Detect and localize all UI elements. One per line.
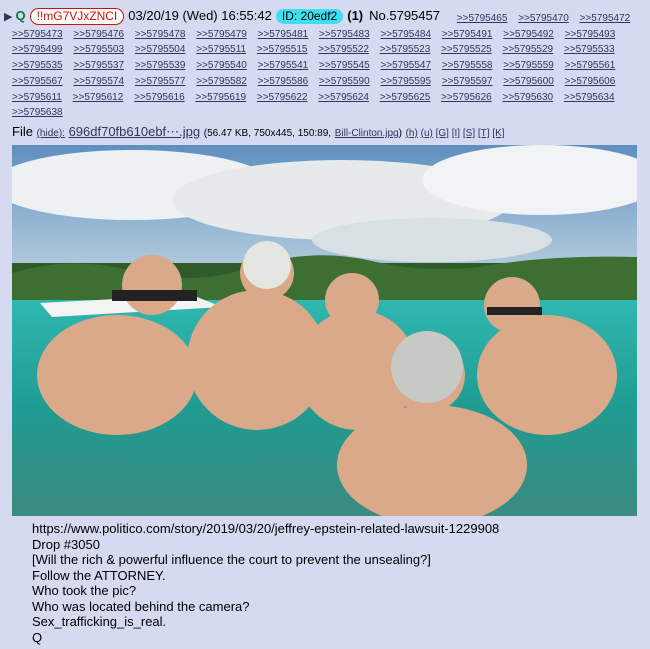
body-line: Drop #3050 (32, 536, 100, 552)
backlink[interactable]: >>5795515 (257, 44, 308, 55)
post-body: https://www.politico.com/story/2019/03/2… (32, 521, 499, 645)
file-name-link[interactable]: 696df70fb610ebf⋯.jpg (69, 124, 201, 139)
file-link-u[interactable]: (u) (421, 128, 433, 139)
backlink[interactable]: >>5795465 (457, 13, 508, 24)
backlink[interactable]: >>5795577 (135, 76, 186, 87)
backlink[interactable]: >>5795481 (258, 29, 309, 40)
backlink[interactable]: >>5795597 (442, 76, 493, 87)
file-info: File (hide): 696df70fb610ebf⋯.jpg (56.47… (12, 124, 505, 140)
backlink[interactable]: >>5795624 (318, 92, 369, 103)
file-link-i[interactable]: [I] (452, 128, 460, 139)
post: ▶ Q !!mG7VJxZNCI 03/20/19 (Wed) 16:55:42 ID:… (0, 0, 650, 649)
file-meta-close: ) (398, 128, 402, 139)
white-hair (243, 241, 291, 289)
body-line: Follow the ATTORNEY. (32, 567, 166, 583)
post-image[interactable] (12, 145, 637, 516)
backlink[interactable]: >>5795503 (73, 44, 124, 55)
backlink[interactable]: >>5795511 (196, 44, 246, 55)
file-link-k[interactable]: [K] (492, 128, 504, 139)
backlink[interactable]: >>5795634 (564, 92, 615, 103)
backlink[interactable]: >>5795616 (134, 92, 185, 103)
file-link-g[interactable]: [G] (436, 128, 449, 139)
backlink[interactable]: >>5795537 (73, 60, 124, 71)
backlink[interactable]: >>5795638 (12, 107, 63, 118)
backlink[interactable]: >>5795622 (257, 92, 308, 103)
body-line: [Will the rich & powerful influence the … (32, 552, 431, 567)
original-filename-link[interactable]: Bill-Clinton.jpg (335, 128, 399, 139)
backlink[interactable]: >>5795586 (258, 76, 309, 87)
backlink[interactable]: >>5795479 (196, 29, 247, 40)
body-line: https://www.politico.com/story/2019/03/2… (32, 521, 500, 536)
backlink[interactable]: >>5795541 (258, 60, 309, 71)
sunglasses (487, 307, 542, 315)
backlink[interactable]: >>5795470 (518, 13, 569, 24)
body-line: Q (32, 629, 43, 645)
backlink[interactable]: >>5795625 (380, 92, 431, 103)
backlink[interactable]: >>5795574 (73, 76, 124, 87)
file-label: File (12, 124, 33, 139)
backlink[interactable]: >>5795492 (503, 29, 554, 40)
backlink[interactable]: >>5795619 (195, 92, 246, 103)
backlink[interactable]: >>5795484 (380, 29, 431, 40)
backlink[interactable]: >>5795547 (380, 60, 431, 71)
backlink[interactable]: >>5795535 (12, 60, 63, 71)
backlink[interactable]: >>5795478 (135, 29, 186, 40)
backlink[interactable]: >>5795558 (442, 60, 493, 71)
backlink[interactable]: >>5795540 (196, 60, 247, 71)
backlink[interactable]: >>5795499 (12, 44, 63, 55)
backlink[interactable]: >>5795606 (565, 76, 616, 87)
backlink[interactable]: >>5795545 (319, 60, 370, 71)
body-line: Who was located behind the camera? (32, 598, 250, 614)
backlink[interactable]: >>5795595 (380, 76, 431, 87)
hide-file-link[interactable]: (hide): (37, 128, 65, 139)
backlink[interactable]: >>5795472 (580, 13, 631, 24)
backlink[interactable]: >>5795590 (319, 76, 370, 87)
sunglasses (112, 290, 197, 301)
backlink[interactable]: >>5795600 (503, 76, 554, 87)
backlink[interactable]: >>5795612 (73, 92, 124, 103)
file-link-t[interactable]: [T] (478, 128, 490, 139)
backlinks: >>5795465 >>5795470 >>5795472 >>5795473 … (12, 11, 642, 121)
file-action-links: (h) (u) [G] [I] [S] [T] [K] (406, 128, 505, 139)
backlink[interactable]: >>5795476 (73, 29, 124, 40)
backlink[interactable]: >>5795567 (12, 76, 63, 87)
backlink[interactable]: >>5795504 (135, 44, 186, 55)
backlink[interactable]: >>5795539 (135, 60, 186, 71)
backlink[interactable]: >>5795533 (564, 44, 615, 55)
body-line: Who took the pic? (32, 583, 137, 598)
backlink[interactable]: >>5795559 (503, 60, 554, 71)
backlink[interactable]: >>5795525 (441, 44, 492, 55)
backlink[interactable]: >>5795630 (503, 92, 554, 103)
backlink[interactable]: >>5795561 (565, 60, 616, 71)
backlink[interactable]: >>5795483 (319, 29, 370, 40)
grey-hair (391, 331, 463, 403)
cloud (312, 218, 552, 262)
file-link-s[interactable]: [S] (463, 128, 475, 139)
body-line: Sex_trafficking_is_real. (32, 614, 167, 629)
backlink[interactable]: >>5795491 (442, 29, 493, 40)
file-meta: (56.47 KB, 750x445, 150:89, (203, 128, 332, 139)
backlink[interactable]: >>5795611 (12, 92, 62, 103)
backlink[interactable]: >>5795529 (503, 44, 554, 55)
backlink[interactable]: >>5795522 (318, 44, 369, 55)
backlink[interactable]: >>5795493 (565, 29, 616, 40)
backlink[interactable]: >>5795626 (441, 92, 492, 103)
backlink[interactable]: >>5795582 (196, 76, 247, 87)
file-link-h[interactable]: (h) (406, 128, 418, 139)
backlink[interactable]: >>5795473 (12, 29, 63, 40)
backlink[interactable]: >>5795523 (380, 44, 431, 55)
